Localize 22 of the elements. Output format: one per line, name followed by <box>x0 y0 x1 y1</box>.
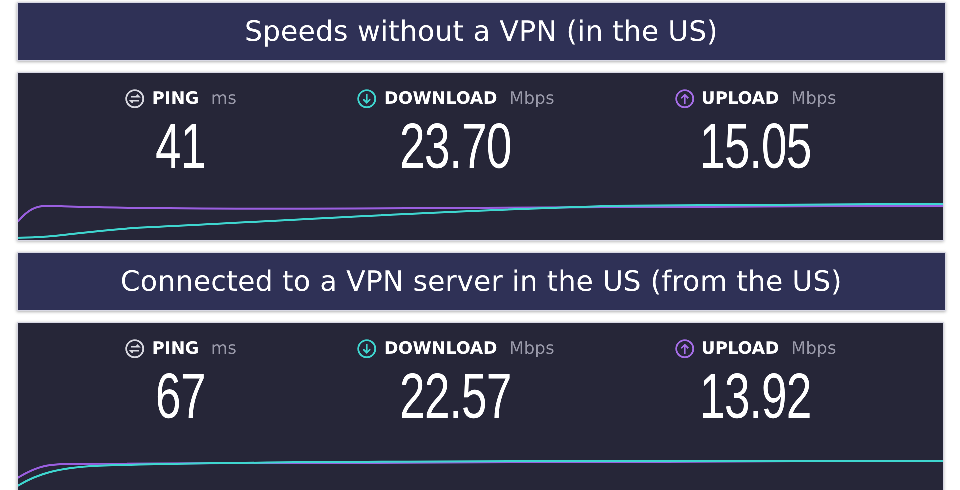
metric-label: PING <box>152 339 200 359</box>
metric-unit: Mbps <box>509 89 555 109</box>
metric-value: 41 <box>156 111 206 181</box>
metric-label: UPLOAD <box>702 339 780 359</box>
metric-value: 22.57 <box>400 361 512 431</box>
ping-icon <box>125 339 146 359</box>
section-heading: Speeds without a VPN (in the US) <box>17 2 946 61</box>
metric-label: PING <box>152 89 200 109</box>
metric-value: 15.05 <box>700 111 812 181</box>
metric-value: 13.92 <box>700 361 812 431</box>
metric-unit: ms <box>211 339 237 359</box>
section-heading: Connected to a VPN server in the US (from the US) <box>17 252 946 311</box>
metric-unit: Mbps <box>791 89 836 109</box>
metric-unit: Mbps <box>509 339 555 359</box>
metric-label: DOWNLOAD <box>384 89 498 109</box>
metric-label: UPLOAD <box>702 89 780 109</box>
ping-icon <box>125 89 146 109</box>
metric-unit: ms <box>211 89 237 109</box>
metric-label: DOWNLOAD <box>384 339 498 359</box>
metric-unit: Mbps <box>791 339 836 359</box>
metric-value: 67 <box>156 361 206 431</box>
metric-value: 23.70 <box>400 111 512 181</box>
